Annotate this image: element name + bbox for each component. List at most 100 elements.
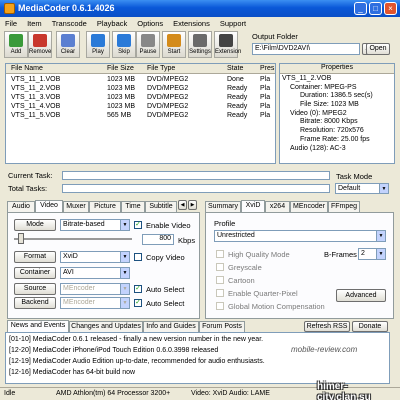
tab-time[interactable]: Time xyxy=(121,201,145,212)
chevron-down-icon: ▼ xyxy=(120,220,129,230)
output-folder-label: Output Folder xyxy=(252,32,298,41)
tab-forum-posts[interactable]: Forum Posts xyxy=(199,321,245,332)
menu-support[interactable]: Support xyxy=(215,17,251,30)
tab-changes-and-updates[interactable]: Changes and Updates xyxy=(69,321,143,332)
add-button[interactable]: Add xyxy=(4,31,28,58)
source-auto-select-checkbox[interactable]: ✓ xyxy=(134,285,142,293)
task-mode-label: Task Mode xyxy=(336,172,373,181)
skip-button[interactable]: Skip xyxy=(112,31,136,58)
column-state[interactable]: State xyxy=(227,65,243,72)
column-file-name[interactable]: File Name xyxy=(11,65,43,72)
table-row[interactable]: VTS_11_3.VOB 1023 MB DVD/MPEG2 Ready Pla xyxy=(6,93,275,102)
tab-audio[interactable]: Audio xyxy=(7,201,35,212)
list-item[interactable]: [01-10] MediaCoder 0.6.1 released - fina… xyxy=(9,336,263,343)
tab-subtitle[interactable]: Subtitle xyxy=(145,201,177,212)
output-folder-field[interactable]: E:\Film\DVD2AVI\ xyxy=(252,43,360,55)
tab-muxer[interactable]: Muxer xyxy=(63,201,89,212)
table-row[interactable]: VTS_11_1.VOB 1023 MB DVD/MPEG2 Done Pla xyxy=(6,75,275,84)
refresh-rss-button[interactable]: Refresh RSS xyxy=(304,321,350,332)
table-row[interactable]: VTS_11_2.VOB 1023 MB DVD/MPEG2 Ready Pla xyxy=(6,84,275,93)
enable-video-checkbox[interactable]: ✓ xyxy=(134,221,142,229)
minimize-button[interactable]: _ xyxy=(354,2,367,15)
column-file-size[interactable]: File Size xyxy=(107,65,134,72)
list-item[interactable]: [12-16] MediaCoder has 64-bit build now xyxy=(9,369,135,376)
greyscale-checkbox[interactable] xyxy=(216,263,224,271)
advanced-button[interactable]: Advanced xyxy=(336,289,386,302)
extension-button[interactable]: Extension xyxy=(214,31,241,58)
format-select[interactable]: XviD ▼ xyxy=(60,251,130,263)
backend-auto-select-label: Auto Select xyxy=(146,299,185,308)
skip-icon xyxy=(117,34,131,47)
tab-video[interactable]: Video xyxy=(35,200,63,212)
container-button[interactable]: Container xyxy=(14,267,56,279)
copy-video-checkbox[interactable] xyxy=(134,253,142,261)
mode-button[interactable]: Mode xyxy=(14,219,56,231)
prop-resolution: Resolution: 720x576 xyxy=(300,127,364,135)
cartoon-checkbox[interactable] xyxy=(216,276,224,284)
task-mode-select[interactable]: Default ▼ xyxy=(335,183,389,194)
greyscale-label: Greyscale xyxy=(228,263,262,272)
backend-select[interactable]: MEncoder ▼ xyxy=(60,297,130,309)
table-row[interactable]: VTS_11_4.VOB 1023 MB DVD/MPEG2 Ready Pla xyxy=(6,102,275,111)
menu-item[interactable]: Item xyxy=(22,17,47,30)
maximize-button[interactable]: □ xyxy=(369,2,382,15)
prop-container: Container: MPEG-PS xyxy=(290,83,357,91)
current-task-label: Current Task: xyxy=(8,171,53,180)
format-button[interactable]: Format xyxy=(14,251,56,263)
table-row[interactable]: VTS_11_5.VOB 565 MB DVD/MPEG2 Ready Pla xyxy=(6,111,275,120)
hq-mode-checkbox[interactable] xyxy=(216,250,224,258)
menu-transcode[interactable]: Transcode xyxy=(47,17,92,30)
menu-options[interactable]: Options xyxy=(132,17,168,30)
mode-select[interactable]: Bitrate-based ▼ xyxy=(60,219,130,231)
pause-button[interactable]: Pause xyxy=(136,31,160,58)
clear-icon xyxy=(61,34,75,47)
menu-extensions[interactable]: Extensions xyxy=(168,17,215,30)
chevron-down-icon: ▼ xyxy=(120,252,129,262)
bframes-select[interactable]: 2 ▼ xyxy=(358,248,386,260)
bitrate-slider-track[interactable] xyxy=(14,238,132,240)
list-item[interactable]: [12-19] MediaCoder Audio Edition up-to-d… xyxy=(9,358,265,365)
settings-button[interactable]: Settings xyxy=(188,31,212,58)
start-button[interactable]: Start xyxy=(162,31,186,58)
source-button[interactable]: Source xyxy=(14,283,56,295)
menu-playback[interactable]: Playback xyxy=(92,17,132,30)
bitrate-field[interactable]: 800 xyxy=(142,234,174,245)
menu-file[interactable]: File xyxy=(0,17,22,30)
tab-scroll-right-button[interactable]: ▶ xyxy=(188,200,197,210)
chevron-down-icon: ▼ xyxy=(376,231,385,241)
bframes-label: B-Frames xyxy=(324,250,357,259)
tab-news-and-events[interactable]: News and Events xyxy=(7,320,69,332)
tab-picture[interactable]: Picture xyxy=(89,201,121,212)
profile-select[interactable]: Unrestricted ▼ xyxy=(214,230,386,242)
tab-summary[interactable]: Summary xyxy=(205,201,241,212)
column-file-type[interactable]: File Type xyxy=(147,65,175,72)
open-button[interactable]: Open xyxy=(366,43,390,55)
tab-x264[interactable]: x264 xyxy=(265,201,290,212)
donate-button[interactable]: Donate xyxy=(352,321,388,332)
backend-auto-select-checkbox[interactable]: ✓ xyxy=(134,299,142,307)
tab-xvid[interactable]: XviD xyxy=(241,200,265,212)
play-button[interactable]: Play xyxy=(86,31,110,58)
source-select[interactable]: MEncoder ▼ xyxy=(60,283,130,295)
hq-mode-label: High Quality Mode xyxy=(228,250,290,259)
title-bar: MediaCoder 0.6.1.4026 _ □ × xyxy=(0,0,400,17)
file-list[interactable]: File Name File Size File Type State Pres… xyxy=(5,63,276,164)
bitrate-unit-label: Kbps xyxy=(178,236,196,245)
container-select[interactable]: AVI ▼ xyxy=(60,267,130,279)
remove-button[interactable]: Remove xyxy=(28,31,52,58)
backend-button[interactable]: Backend xyxy=(14,297,56,309)
news-list[interactable]: [01-10] MediaCoder 0.6.1 released - fina… xyxy=(5,332,390,384)
tab-ffmpeg[interactable]: FFmpeg xyxy=(328,201,360,212)
tab-info-and-guides[interactable]: Info and Guides xyxy=(143,321,199,332)
tab-mencoder[interactable]: MEncoder xyxy=(290,201,328,212)
gmc-checkbox[interactable] xyxy=(216,302,224,310)
qpel-checkbox[interactable] xyxy=(216,289,224,297)
list-item[interactable]: [12-20] MediaCoder iPhone/iPod Touch Edi… xyxy=(9,347,218,354)
close-button[interactable]: × xyxy=(384,2,397,15)
clear-button[interactable]: Clear xyxy=(56,31,80,58)
column-preset[interactable]: Pres xyxy=(260,65,274,72)
bitrate-slider-handle[interactable] xyxy=(18,233,24,244)
properties-panel[interactable]: Properties VTS_11_2.VOB Container: MPEG-… xyxy=(279,63,395,164)
remove-icon xyxy=(33,34,47,47)
tab-scroll-left-button[interactable]: ◀ xyxy=(178,200,187,210)
